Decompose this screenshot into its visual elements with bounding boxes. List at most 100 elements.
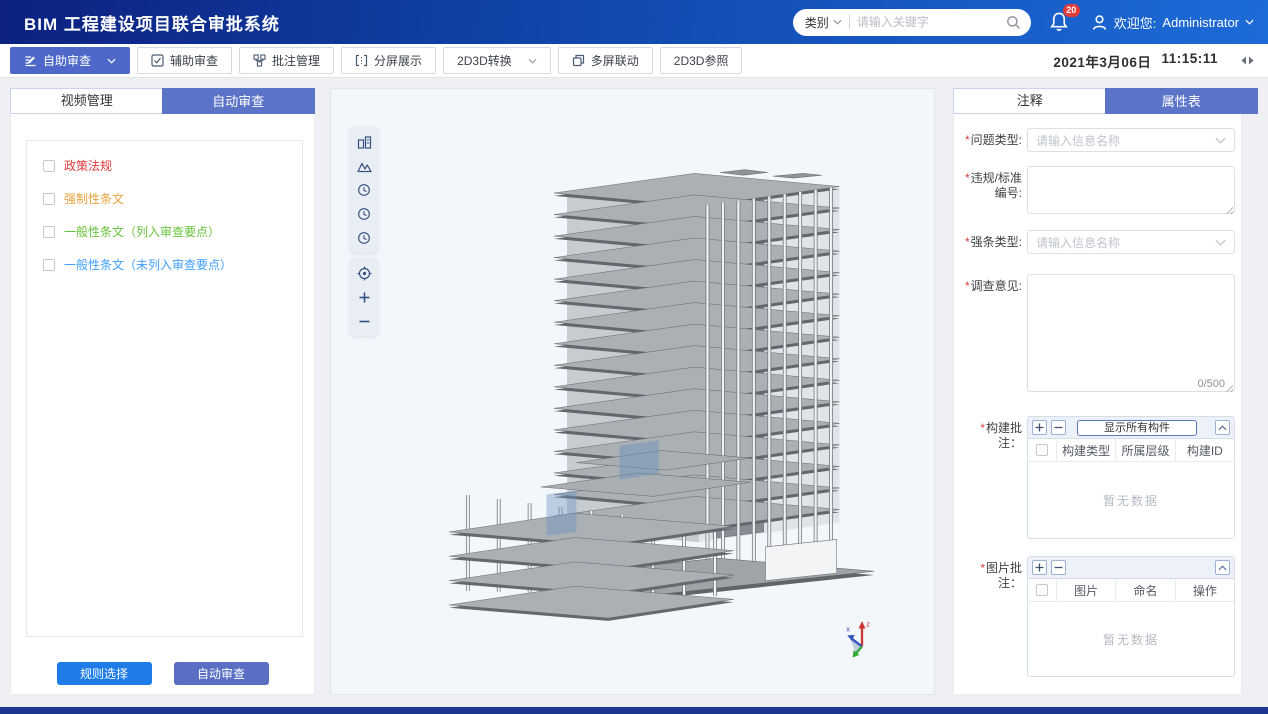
chevron-up-icon xyxy=(1218,565,1227,571)
search-icon[interactable] xyxy=(1006,15,1021,30)
remove-image-button[interactable] xyxy=(1051,560,1066,575)
search-category-label: 类别 xyxy=(805,14,829,31)
terrain-view-icon[interactable] xyxy=(352,154,376,178)
collapse-section-button[interactable] xyxy=(1215,560,1230,575)
add-component-button[interactable] xyxy=(1032,420,1047,435)
survey-opinion-input[interactable] xyxy=(1027,274,1235,392)
annotation-icon xyxy=(253,54,266,67)
gizmo-z-label: z xyxy=(866,619,870,628)
main-toolbar: 自助审查 辅助审查 批注管理 分屏展示 2D3D转换 多屏联动 2D3D参照 2… xyxy=(0,44,1268,78)
rule-checkbox[interactable] xyxy=(43,160,55,172)
zoom-out-icon[interactable] xyxy=(352,309,376,333)
rule-checkbox[interactable] xyxy=(43,259,55,271)
notification-badge: 20 xyxy=(1063,4,1080,17)
add-image-button[interactable] xyxy=(1032,560,1047,575)
toolbar-button-assist-review[interactable]: 辅助审查 xyxy=(137,47,232,74)
toolbar-button-split-screen[interactable]: 分屏展示 xyxy=(341,47,436,74)
toolbar-button-2d3d-convert[interactable]: 2D3D转换 xyxy=(443,47,551,74)
model-compare-icon[interactable] xyxy=(352,130,376,154)
left-tabs: 视频管理 自动审查 xyxy=(10,88,315,114)
multi-screen-icon xyxy=(572,54,585,67)
chevron-up-icon xyxy=(1218,425,1227,431)
rule-item-general-listed[interactable]: 一般性条文（列入审查要点） xyxy=(43,223,302,240)
history-clock-icon[interactable] xyxy=(352,202,376,226)
component-annotation-label: 构建批注： xyxy=(986,421,1022,450)
toolbar-button-self-review[interactable]: 自助审查 xyxy=(10,47,130,74)
component-annotation-toolbar: 显示所有构件 xyxy=(1028,417,1234,439)
user-name: Administrator xyxy=(1162,15,1239,30)
search-category-select[interactable]: 类别 xyxy=(805,14,842,31)
app-title: BIM 工程建设项目联合审批系统 xyxy=(24,10,280,35)
auto-review-button[interactable]: 自动审查 xyxy=(174,662,269,685)
rule-item-policy[interactable]: 政策法规 xyxy=(43,157,302,174)
required-mark: * xyxy=(965,279,970,293)
axis-gizmo[interactable]: z x xyxy=(845,618,879,658)
tab-annotation[interactable]: 注释 xyxy=(954,89,1106,113)
tab-auto-review[interactable]: 自动审查 xyxy=(162,88,316,114)
select-all-checkbox[interactable] xyxy=(1036,584,1048,596)
rule-label: 一般性条文（未列入审查要点） xyxy=(64,256,232,273)
search-divider xyxy=(849,15,850,29)
history-clock-icon[interactable] xyxy=(352,178,376,202)
tab-video-manage[interactable]: 视频管理 xyxy=(11,89,163,113)
violation-label-line2: 编号: xyxy=(995,186,1022,200)
history-clock-icon[interactable] xyxy=(352,226,376,250)
toolbar-button-annotation-manage[interactable]: 批注管理 xyxy=(239,47,334,74)
chevron-down-icon xyxy=(107,58,116,64)
rule-checkbox[interactable] xyxy=(43,193,55,205)
user-greeting: 欢迎您: xyxy=(1114,13,1157,32)
rule-item-general-unlisted[interactable]: 一般性条文（未列入审查要点） xyxy=(43,256,302,273)
rule-actions: 规则选择 自动审查 xyxy=(11,662,314,685)
zoom-in-icon[interactable] xyxy=(352,285,376,309)
user-menu[interactable]: 欢迎您: Administrator xyxy=(1091,13,1254,32)
violation-number-input[interactable] xyxy=(1027,166,1235,214)
minus-icon xyxy=(1054,423,1063,432)
rule-checkbox[interactable] xyxy=(43,226,55,238)
rule-list: 政策法规 强制性条文 一般性条文（列入审查要点） 一般性条文（未列入审查要点） xyxy=(26,140,303,637)
collapse-section-button[interactable] xyxy=(1215,420,1230,435)
tab-property-sheet[interactable]: 属性表 xyxy=(1105,88,1259,114)
global-search-box[interactable]: 类别 xyxy=(793,9,1031,36)
search-input[interactable] xyxy=(857,15,1006,29)
column-header: 命名 xyxy=(1115,579,1174,601)
remove-component-button[interactable] xyxy=(1051,420,1066,435)
image-table-header: 图片 命名 操作 xyxy=(1028,579,1234,602)
image-annotation-toolbar xyxy=(1028,557,1234,579)
toolbar-button-2d3d-reference[interactable]: 2D3D参照 xyxy=(660,47,743,74)
component-table-empty: 暂无数据 xyxy=(1028,462,1234,538)
column-header: 所属层级 xyxy=(1115,439,1174,461)
issue-type-label: 问题类型: xyxy=(971,133,1022,147)
violation-number-row: *违规/标准编号: xyxy=(960,166,1235,217)
model-viewer[interactable]: z x xyxy=(330,88,935,695)
issue-type-row: *问题类型: 请输入信息名称 xyxy=(960,128,1235,152)
header-right: 类别 20 欢迎您: Administrator xyxy=(793,9,1254,36)
panel-toggle-icon[interactable] xyxy=(1241,55,1254,66)
bim-building-model[interactable] xyxy=(436,159,876,639)
mandatory-type-select[interactable]: 请输入信息名称 xyxy=(1027,230,1235,254)
app-header: BIM 工程建设项目联合审批系统 类别 20 欢迎您: Administra xyxy=(0,0,1268,44)
edit-icon xyxy=(24,54,37,67)
toolbar-button-label: 自助审查 xyxy=(43,52,91,69)
notifications-button[interactable]: 20 xyxy=(1049,11,1069,33)
rule-item-mandatory[interactable]: 强制性条文 xyxy=(43,190,302,207)
locate-target-icon[interactable] xyxy=(352,261,376,285)
image-table-empty: 暂无数据 xyxy=(1028,602,1234,676)
chevron-down-icon xyxy=(833,19,842,25)
toolbar-button-label: 2D3D参照 xyxy=(674,52,729,69)
rule-label: 政策法规 xyxy=(64,157,112,174)
column-header: 构建ID xyxy=(1175,439,1234,461)
issue-type-select[interactable]: 请输入信息名称 xyxy=(1027,128,1235,152)
rule-select-button[interactable]: 规则选择 xyxy=(57,662,152,685)
toolbar-button-label: 分屏展示 xyxy=(374,52,422,69)
component-annotation-section: *构建批注： 显示所有构件 构建类型 所属层级 构建ID 暂无数据 xyxy=(960,416,1235,539)
rule-card: 政策法规 强制性条文 一般性条文（列入审查要点） 一般性条文（未列入审查要点） … xyxy=(10,114,315,695)
chevron-down-icon xyxy=(1245,19,1254,25)
column-header: 构建类型 xyxy=(1056,439,1115,461)
select-all-checkbox[interactable] xyxy=(1036,444,1048,456)
chevron-down-icon xyxy=(528,58,537,64)
minus-icon xyxy=(1054,563,1063,572)
footer-bar xyxy=(0,707,1268,714)
show-all-components-button[interactable]: 显示所有构件 xyxy=(1077,420,1197,436)
toolbar-button-multi-screen-link[interactable]: 多屏联动 xyxy=(558,47,653,74)
date-text: 2021年3月06日 xyxy=(1053,51,1151,71)
